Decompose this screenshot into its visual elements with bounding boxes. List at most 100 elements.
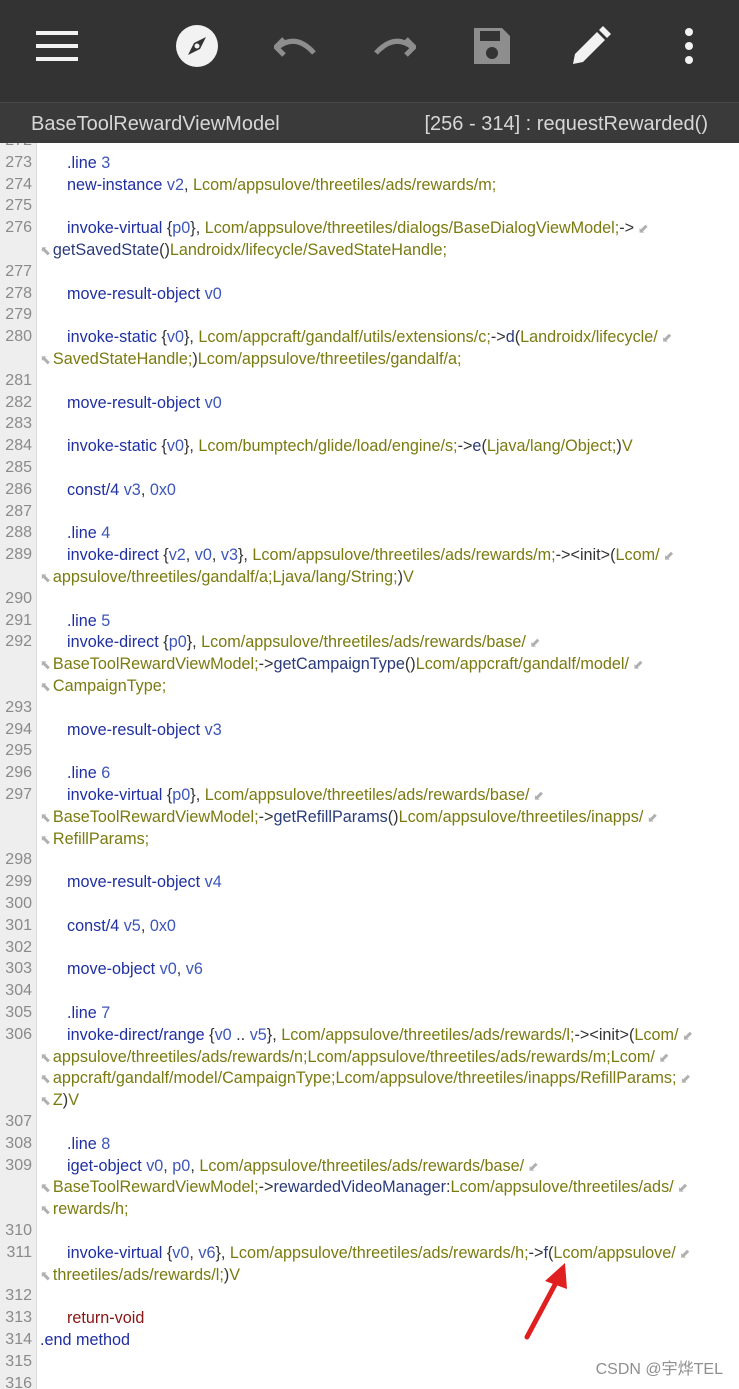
code-line[interactable]: 277	[0, 262, 739, 284]
code-token: v3	[123, 480, 141, 499]
wrap-arrow-icon: ⬋	[676, 1071, 691, 1087]
code-line[interactable]: 288 .line 4	[0, 523, 739, 545]
line-number: 290	[5, 589, 32, 607]
code-line[interactable]: 275	[0, 196, 739, 218]
code-text: invoke-virtual {p0}, Lcom/appsulove/thre…	[40, 219, 649, 238]
code-line[interactable]: 304	[0, 981, 739, 1003]
code-line[interactable]: 291 .line 5	[0, 611, 739, 633]
code-line[interactable]: 278 move-result-object v0	[0, 284, 739, 306]
code-line[interactable]: ⬉ SavedStateHandle;)Lcom/appsulove/threet…	[0, 349, 739, 371]
code-line[interactable]: 290	[0, 589, 739, 611]
code-line[interactable]: ⬉ BaseToolRewardViewModel;->rewardedVideo…	[0, 1177, 739, 1199]
code-line[interactable]: ⬉ Z)V	[0, 1090, 739, 1112]
code-line[interactable]: 297 invoke-virtual {p0}, Lcom/appsulove/t…	[0, 785, 739, 807]
code-line[interactable]: 300	[0, 894, 739, 916]
code-line[interactable]: 280 invoke-static {v0}, Lcom/appcraft/gan…	[0, 327, 739, 349]
code-text: invoke-direct {v2, v0, v3}, Lcom/appsulo…	[40, 546, 674, 565]
code-token: Lcom/appsulove/threetiles/ads/rewards/m;	[252, 546, 556, 565]
code-line[interactable]: 298	[0, 850, 739, 872]
code-token: 0x0	[149, 480, 176, 499]
undo-icon[interactable]	[266, 16, 326, 76]
menu-icon[interactable]	[27, 16, 87, 76]
code-line[interactable]: 303 move-object v0, v6	[0, 959, 739, 981]
code-line[interactable]: 313 return-void	[0, 1308, 739, 1330]
code-line[interactable]: 294 move-result-object v3	[0, 720, 739, 742]
code-line[interactable]: 274 new-instance v2, Lcom/appsulove/three…	[0, 175, 739, 197]
compass-icon[interactable]	[167, 16, 227, 76]
code-line[interactable]: 311 invoke-virtual {v0, v6}, Lcom/appsulo…	[0, 1243, 739, 1265]
code-line[interactable]: 302	[0, 938, 739, 960]
code-token: {	[162, 219, 173, 238]
code-line[interactable]: ⬉ appsulove/threetiles/gandalf/a;Ljava/la…	[0, 567, 739, 589]
code-line[interactable]: ⬉ RefillParams;	[0, 829, 739, 851]
code-line[interactable]: 296 .line 6	[0, 763, 739, 785]
line-number: 274	[5, 175, 32, 193]
code-token: 8	[101, 1134, 111, 1153]
wrap-continue-icon: ⬉	[40, 679, 51, 694]
code-text: .line 8	[40, 1135, 110, 1154]
line-number: 311	[6, 1243, 32, 1261]
line-number: 281	[5, 371, 32, 389]
code-text: ⬉ getSavedState()Landroidx/lifecycle/Save…	[40, 241, 447, 260]
code-line[interactable]: 285	[0, 458, 739, 480]
code-line[interactable]: 281	[0, 371, 739, 393]
code-line[interactable]: ⬉ appsulove/threetiles/ads/rewards/n;Lcom…	[0, 1047, 739, 1069]
code-line[interactable]: 295	[0, 741, 739, 763]
code-line[interactable]: ⬉ getSavedState()Landroidx/lifecycle/Save…	[0, 240, 739, 262]
wrap-continue-icon: ⬉	[40, 1093, 51, 1109]
code-token: appsulove/threetiles/gandalf/a;Ljava/lan…	[52, 568, 398, 586]
redo-icon[interactable]	[364, 16, 424, 76]
code-line[interactable]: 293	[0, 698, 739, 720]
edit-icon[interactable]	[561, 16, 621, 76]
code-text: invoke-direct/range {v0 .. v5}, Lcom/app…	[40, 1026, 693, 1045]
wrap-arrow-icon: ⬋	[524, 1158, 539, 1174]
code-token: Lcom/appsulove/threetiles/inapps/	[398, 807, 644, 826]
more-vert-icon[interactable]	[659, 16, 719, 76]
code-token: ,	[163, 1156, 173, 1175]
code-editor[interactable]: 272 273 .line 3 274 new-instance v2, Lcom/ap…	[0, 143, 739, 1389]
code-line[interactable]: 301 const/4 v5, 0x0	[0, 916, 739, 938]
code-token: ,	[211, 546, 221, 565]
line-number: 298	[5, 851, 32, 869]
code-line[interactable]: ⬉ rewards/h;	[0, 1199, 739, 1221]
code-line[interactable]: 284 invoke-static {v0}, Lcom/bumptech/gli…	[0, 436, 739, 458]
line-number: 278	[5, 284, 32, 302]
code-line[interactable]: ⬉ appcraft/gandalf/model/CampaignType;Lco…	[0, 1068, 739, 1090]
line-number: 273	[5, 153, 32, 171]
code-line[interactable]: 287	[0, 502, 739, 524]
code-token: Lcom/appsulove/threetiles/ads/rewards/ba…	[204, 786, 530, 804]
code-line[interactable]: 307	[0, 1112, 739, 1134]
code-token: threetiles/ads/rewards/l;	[52, 1265, 224, 1284]
code-line[interactable]: 299 move-result-object v4	[0, 872, 739, 894]
code-text: iget-object v0, p0, Lcom/appsulove/three…	[40, 1157, 539, 1176]
code-line[interactable]: 286 const/4 v3, 0x0	[0, 480, 739, 502]
code-line[interactable]: 312	[0, 1286, 739, 1308]
code-line[interactable]: 309 iget-object v0, p0, Lcom/appsulove/th…	[0, 1156, 739, 1178]
code-line[interactable]: 279	[0, 305, 739, 327]
code-line[interactable]: ⬉ BaseToolRewardViewModel;->getRefillPara…	[0, 807, 739, 829]
code-line[interactable]: 292 invoke-direct {p0}, Lcom/appsulove/th…	[0, 632, 739, 654]
code-line[interactable]: 308 .line 8	[0, 1134, 739, 1156]
code-line[interactable]: 272	[0, 143, 739, 153]
code-token: BaseToolRewardViewModel;	[52, 655, 259, 674]
code-line[interactable]: 314 .end method	[0, 1330, 739, 1352]
code-token: v5	[249, 1025, 267, 1044]
code-line[interactable]: 310	[0, 1221, 739, 1243]
code-line[interactable]: 276 invoke-virtual {p0}, Lcom/appsulove/t…	[0, 218, 739, 240]
code-line[interactable]: 273 .line 3	[0, 153, 739, 175]
code-line[interactable]: 283	[0, 414, 739, 436]
code-line[interactable]: ⬉ threetiles/ads/rewards/l;)V	[0, 1265, 739, 1287]
code-line[interactable]: 306 invoke-direct/range {v0 .. v5}, Lcom/…	[0, 1025, 739, 1047]
code-line[interactable]: 289 invoke-direct {v2, v0, v3}, Lcom/apps…	[0, 545, 739, 567]
code-text: ⬉ RefillParams;	[40, 830, 149, 849]
code-line[interactable]: ⬉ CampaignType;	[0, 676, 739, 698]
code-token: .line	[67, 611, 97, 630]
code-token: v0	[204, 284, 222, 303]
code-line[interactable]: 282 move-result-object v0	[0, 393, 739, 415]
code-line[interactable]: 305 .line 7	[0, 1003, 739, 1025]
code-line[interactable]: ⬉ BaseToolRewardViewModel;->getCampaignTy…	[0, 654, 739, 676]
code-token: new-instance	[67, 175, 163, 194]
wrap-continue-icon: ⬉	[40, 243, 51, 258]
code-token: ,	[190, 1156, 200, 1175]
save-icon[interactable]	[462, 16, 522, 76]
